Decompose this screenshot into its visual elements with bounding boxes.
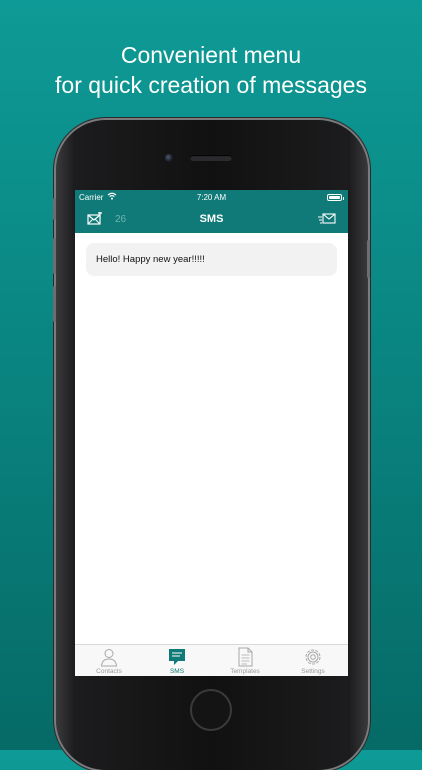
tab-label-contacts: Contacts (96, 668, 122, 675)
tab-label-sms: SMS (169, 668, 185, 675)
volume-down-button (53, 286, 56, 322)
templates-icon (238, 647, 253, 667)
mute-switch (53, 198, 56, 220)
status-bar: Carrier 7:20 AM (75, 190, 348, 206)
settings-icon (305, 649, 321, 665)
contacts-icon (100, 649, 118, 667)
front-camera (165, 154, 173, 162)
phone-screen: Carrier 7:20 AM 26 SMS Hello! Happy new … (75, 190, 348, 676)
headline-line-1: Convenient menu (120, 42, 302, 68)
tab-label-templates: Templates (230, 668, 260, 675)
tab-contacts[interactable]: Contacts (75, 645, 143, 676)
headline-line-2: for quick creation of messages (55, 72, 367, 98)
message-list: Hello! Happy new year!!!!! (75, 233, 348, 644)
tab-label-settings: Settings (301, 668, 325, 675)
earpiece-speaker (190, 155, 232, 161)
tab-templates[interactable]: Templates (211, 645, 279, 676)
battery-icon (327, 194, 344, 201)
status-time: 7:20 AM (196, 193, 227, 202)
send-message-icon[interactable] (318, 213, 336, 225)
power-button (367, 240, 370, 278)
sms-icon (169, 649, 185, 665)
tab-sms[interactable]: SMS (143, 645, 211, 676)
home-button (190, 689, 232, 731)
promo-headline: Convenient menu for quick creation of me… (0, 40, 422, 100)
volume-up-button (53, 238, 56, 274)
nav-title: SMS (199, 213, 224, 225)
tab-bar: Contacts SMS Templates Settings (75, 644, 348, 676)
tab-settings[interactable]: Settings (279, 645, 347, 676)
nav-bar: 26 SMS (75, 206, 348, 233)
message-bubble[interactable]: Hello! Happy new year!!!!! (86, 243, 337, 276)
